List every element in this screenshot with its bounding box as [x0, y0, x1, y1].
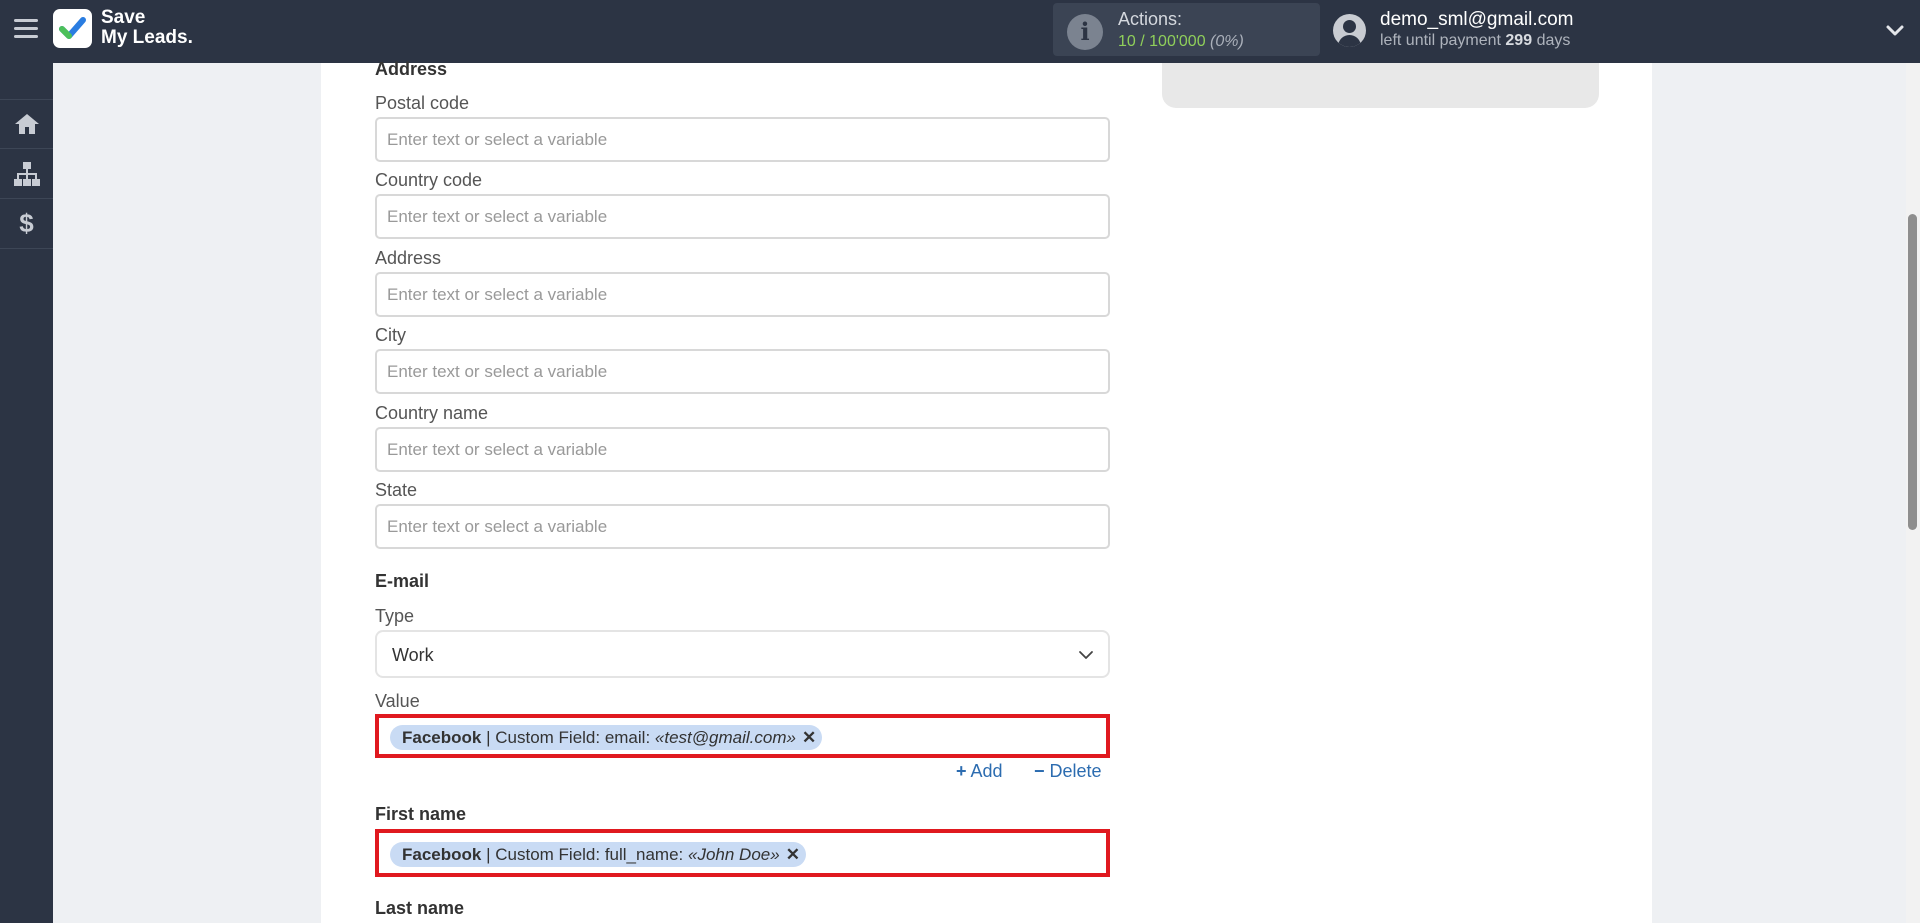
sitemap-icon	[13, 161, 40, 186]
add-button[interactable]: + Add	[956, 761, 1003, 782]
address-section-title: Address	[375, 59, 448, 79]
state-label: State	[375, 480, 418, 500]
actions-count: 10 / 100'000 (0%)	[1118, 33, 1244, 50]
plus-icon: +	[956, 761, 967, 781]
city-label: City	[375, 325, 406, 345]
chevron-down-icon[interactable]	[1885, 20, 1905, 40]
delete-button[interactable]: − Delete	[1034, 761, 1102, 782]
first-name-variable-tag[interactable]: Facebook | Custom Field: full_name: «Joh…	[390, 842, 806, 867]
postal-code-label: Postal code	[375, 93, 470, 113]
info-icon: i	[1067, 14, 1103, 50]
home-icon	[14, 114, 39, 134]
sidebar: $	[0, 63, 53, 923]
first-name-field[interactable]: Facebook | Custom Field: full_name: «Joh…	[375, 829, 1110, 877]
country-code-input[interactable]	[375, 194, 1110, 239]
logo-check-icon[interactable]	[53, 9, 92, 48]
address-input[interactable]	[375, 272, 1110, 317]
state-input[interactable]	[375, 504, 1110, 549]
user-icon[interactable]	[1333, 14, 1366, 47]
menu-icon[interactable]	[14, 19, 38, 39]
top-bar: Save My Leads. i Actions: 10 / 100'000 (…	[0, 0, 1920, 63]
value-label: Value	[375, 691, 420, 711]
side-panel	[1162, 63, 1599, 108]
actions-label: Actions:	[1118, 9, 1183, 29]
country-name-input[interactable]	[375, 427, 1110, 472]
main-card	[321, 63, 1652, 923]
logo-text[interactable]: Save My Leads.	[101, 8, 193, 48]
close-icon[interactable]: ✕	[802, 725, 816, 750]
first-name-section-title: First name	[375, 804, 467, 824]
last-name-section-title: Last name	[375, 898, 465, 918]
email-section-title: E-mail	[375, 571, 430, 591]
sidebar-item-connections[interactable]	[0, 149, 53, 199]
chevron-down-icon	[1079, 651, 1093, 659]
sidebar-item-billing[interactable]: $	[0, 199, 53, 249]
postal-code-input[interactable]	[375, 117, 1110, 162]
type-label: Type	[375, 606, 415, 626]
user-email: demo_sml@gmail.com	[1380, 9, 1574, 30]
payment-status: left until payment 299 days	[1380, 32, 1571, 49]
country-name-label: Country name	[375, 403, 489, 423]
scrollbar-thumb[interactable]	[1908, 214, 1917, 530]
type-select-value: Work	[392, 645, 434, 665]
minus-icon: −	[1034, 761, 1045, 781]
city-input[interactable]	[375, 349, 1110, 394]
dollar-icon: $	[19, 208, 34, 238]
close-icon[interactable]: ✕	[786, 842, 800, 867]
actions-panel: i Actions: 10 / 100'000 (0%)	[1053, 3, 1320, 56]
type-select[interactable]: Work	[375, 630, 1110, 678]
email-value-field[interactable]: Facebook | Custom Field: email: «test@gm…	[375, 714, 1110, 758]
address-label: Address	[375, 248, 442, 268]
country-code-label: Country code	[375, 170, 483, 190]
sidebar-item-home[interactable]	[0, 99, 53, 149]
email-variable-tag[interactable]: Facebook | Custom Field: email: «test@gm…	[390, 725, 823, 750]
